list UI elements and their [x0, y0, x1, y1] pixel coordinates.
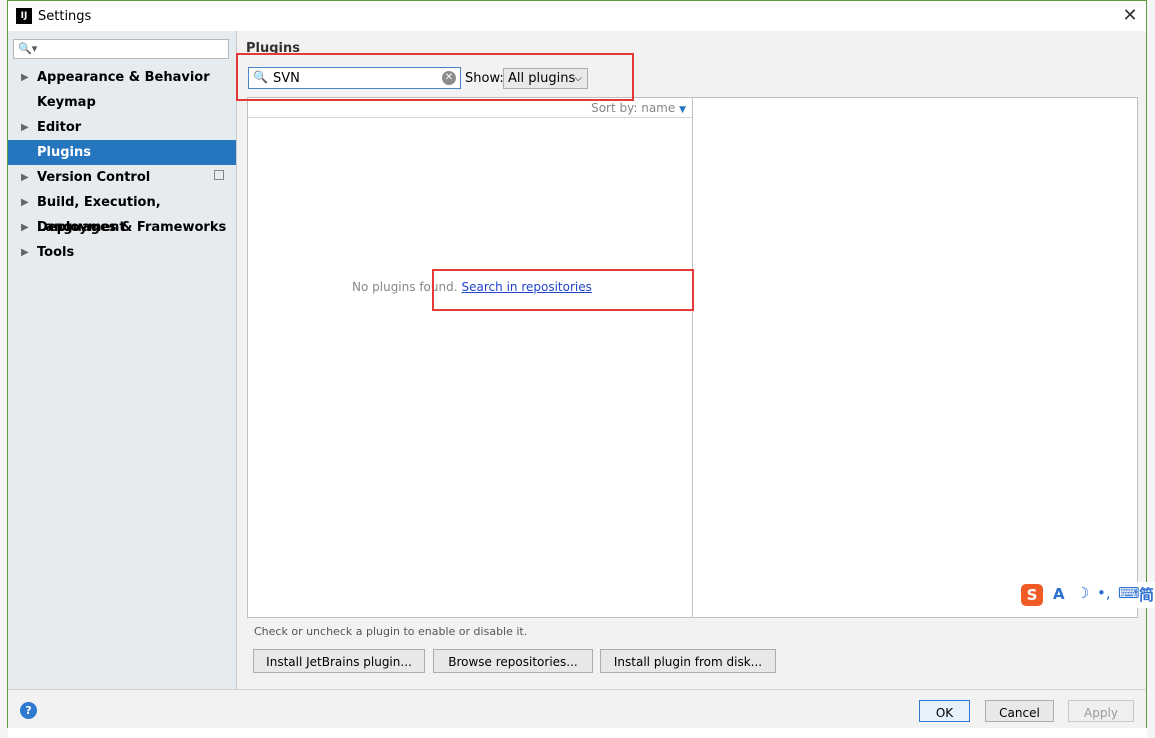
- sidebar-search-input[interactable]: 🔍▾: [13, 39, 229, 59]
- chevron-right-icon: ▶: [21, 222, 29, 233]
- sidebar-item-build-execution-deployment[interactable]: ▶ Build, Execution, Deployment: [8, 190, 236, 235]
- show-filter-value: All plugins: [508, 71, 576, 86]
- intellij-app-icon: IJ: [16, 8, 32, 24]
- show-filter-dropdown[interactable]: All plugins ⌵: [503, 68, 588, 89]
- sidebar-item-appearance-behavior[interactable]: ▶ Appearance & Behavior: [8, 65, 236, 90]
- hint-text: Check or uncheck a plugin to enable or d…: [254, 625, 528, 638]
- settings-dialog: IJ Settings ✕ 🔍▾ ▶ Appearance & Behavior…: [7, 0, 1147, 728]
- chevron-down-icon: ⌵: [574, 73, 582, 84]
- ok-button[interactable]: OK: [919, 700, 970, 722]
- chevron-down-icon: ▼: [679, 105, 686, 115]
- plugin-search-box[interactable]: 🔍 ✕: [248, 67, 461, 89]
- title-bar: IJ Settings ✕: [8, 1, 1146, 31]
- empty-state: No plugins found. Search in repositories: [352, 280, 592, 294]
- background-ide-right-strip: [1147, 0, 1155, 738]
- ime-english-icon[interactable]: A: [1053, 585, 1065, 603]
- ime-punctuation-icon[interactable]: •,: [1097, 584, 1111, 602]
- sidebar-item-languages-frameworks[interactable]: ▶ Languages & Frameworks: [8, 215, 236, 240]
- plugin-detail-pane: [692, 97, 1138, 618]
- install-plugin-from-disk-button[interactable]: Install plugin from disk...: [600, 649, 776, 673]
- sidebar-item-label: Languages & Frameworks: [37, 220, 227, 235]
- ime-simplified-icon[interactable]: 简: [1139, 584, 1154, 605]
- chevron-right-icon: ▶: [21, 72, 29, 83]
- sidebar-item-label: Editor: [37, 120, 82, 135]
- chevron-right-icon: ▶: [21, 122, 29, 133]
- sort-bar: Sort by: name ▼: [248, 98, 692, 118]
- search-icon: 🔍: [253, 70, 268, 84]
- sidebar-item-label: Version Control: [37, 170, 151, 185]
- cancel-button[interactable]: Cancel: [985, 700, 1054, 722]
- sidebar-item-plugins[interactable]: Plugins: [8, 140, 236, 165]
- show-filter-label: Show:: [465, 71, 504, 86]
- sidebar-item-label: Keymap: [37, 95, 96, 110]
- search-icon: 🔍▾: [18, 42, 38, 55]
- browse-repositories-button[interactable]: Browse repositories...: [433, 649, 593, 673]
- sidebar-item-label: Plugins: [37, 145, 91, 160]
- empty-message: No plugins found.: [352, 280, 458, 294]
- help-icon[interactable]: ?: [20, 702, 37, 719]
- chevron-right-icon: ▶: [21, 172, 29, 183]
- settings-sidebar: 🔍▾ ▶ Appearance & Behavior Keymap ▶ Edit…: [8, 31, 237, 689]
- sort-by-dropdown[interactable]: Sort by: name ▼: [591, 101, 686, 115]
- ime-sogou-icon[interactable]: S: [1021, 584, 1043, 606]
- plugins-list: Sort by: name ▼ No plugins found. Search …: [247, 97, 693, 618]
- close-icon[interactable]: ✕: [1118, 4, 1142, 28]
- clear-icon[interactable]: ✕: [442, 71, 456, 85]
- sidebar-item-editor[interactable]: ▶ Editor: [8, 115, 236, 140]
- search-in-repositories-link[interactable]: Search in repositories: [462, 280, 592, 294]
- window-title: Settings: [38, 9, 92, 24]
- plugin-search-input[interactable]: [273, 69, 433, 87]
- project-settings-icon: .: [214, 170, 224, 180]
- sidebar-item-label: Tools: [37, 245, 75, 260]
- page-title: Plugins: [246, 41, 300, 56]
- ime-moon-icon[interactable]: ☽: [1076, 584, 1089, 602]
- chevron-right-icon: ▶: [21, 247, 29, 258]
- sidebar-item-label: Appearance & Behavior: [37, 70, 210, 85]
- ime-toolbar: S A ☽ •, ⌨ 简: [1018, 582, 1155, 608]
- chevron-right-icon: ▶: [21, 197, 29, 208]
- sidebar-item-version-control[interactable]: ▶ Version Control .: [8, 165, 236, 190]
- sort-by-label: Sort by: name: [591, 101, 676, 115]
- install-jetbrains-plugin-button[interactable]: Install JetBrains plugin...: [253, 649, 425, 673]
- sidebar-item-tools[interactable]: ▶ Tools: [8, 240, 236, 265]
- ime-keyboard-icon[interactable]: ⌨: [1118, 584, 1140, 602]
- apply-button[interactable]: Apply: [1068, 700, 1134, 722]
- sidebar-item-keymap[interactable]: Keymap: [8, 90, 236, 115]
- dialog-footer: ? OK Cancel Apply: [8, 689, 1146, 728]
